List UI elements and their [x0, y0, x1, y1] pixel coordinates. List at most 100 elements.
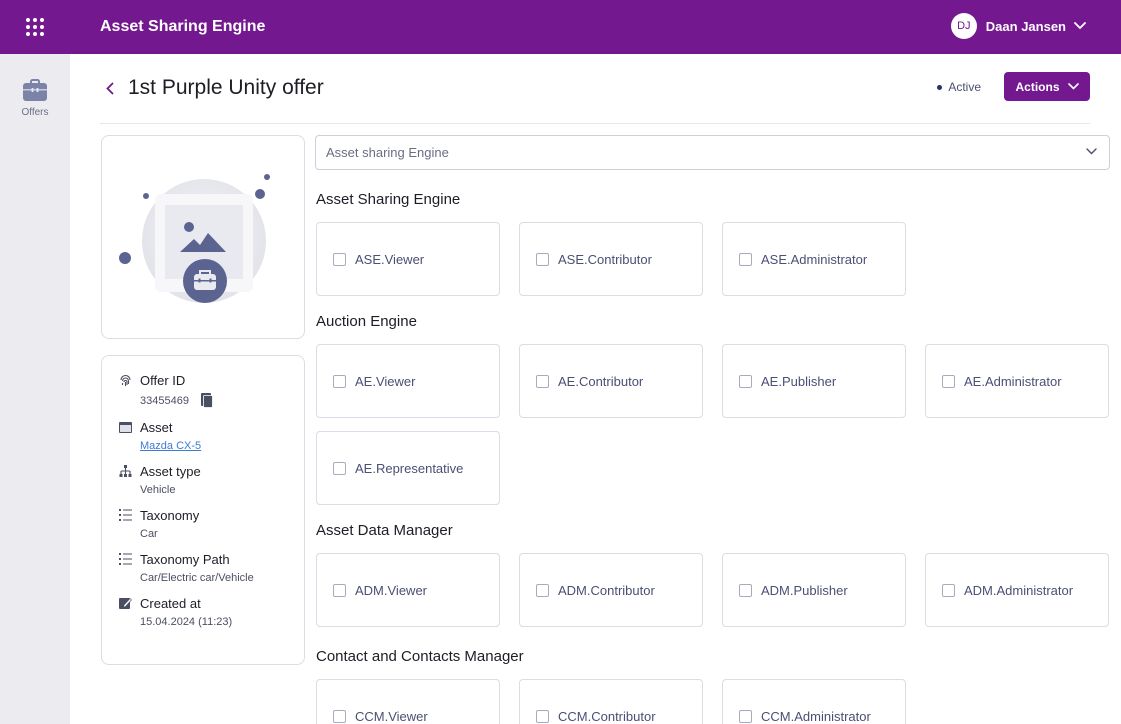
role-label: ADM.Administrator: [964, 582, 1074, 598]
checkbox[interactable]: [333, 374, 346, 388]
actions-button[interactable]: Actions: [1004, 72, 1090, 101]
role-checkbox-card[interactable]: CCM.Administrator: [722, 679, 906, 724]
role-label: ASE.Administrator: [761, 251, 868, 267]
checkbox[interactable]: [942, 374, 955, 388]
chevron-down-icon: [1074, 22, 1086, 30]
taxonomy-path-item: Taxonomy Path Car/Electric car/Vehicle: [118, 551, 304, 584]
asset-image-card: [101, 135, 305, 339]
side-nav: Offers: [0, 54, 70, 724]
briefcase-icon: [23, 79, 47, 101]
engine-select-value: Asset sharing Engine: [326, 145, 449, 160]
role-checkbox-card[interactable]: ASE.Administrator: [722, 222, 906, 296]
chevron-down-icon: [1086, 148, 1097, 155]
image-placeholder-illustration: [119, 174, 270, 303]
checkbox[interactable]: [739, 709, 752, 723]
checkbox[interactable]: [536, 374, 549, 388]
page-header: 1st Purple Unity offer Active Actions: [100, 70, 1090, 106]
role-checkbox-card[interactable]: AE.Administrator: [925, 344, 1109, 418]
role-label: ADM.Publisher: [761, 582, 848, 598]
offer-info-card: Offer ID 33455469 Asset Mazda CX-5 Asset…: [101, 355, 305, 665]
chevron-down-icon: [1067, 83, 1079, 90]
grid-icon: [26, 18, 44, 36]
role-label: ASE.Contributor: [558, 251, 652, 267]
list-icon: [118, 552, 132, 566]
taxonomy-value: Car: [140, 528, 158, 540]
role-label: CCM.Administrator: [761, 708, 871, 724]
asset-item: Asset Mazda CX-5: [118, 419, 304, 452]
role-label: CCM.Contributor: [558, 708, 656, 724]
status-label: Active: [948, 80, 981, 94]
role-checkbox-card[interactable]: ASE.Viewer: [316, 222, 500, 296]
engine-select[interactable]: Asset sharing Engine: [315, 135, 1110, 170]
checkbox[interactable]: [536, 252, 549, 266]
role-checkbox-card[interactable]: ADM.Viewer: [316, 553, 500, 627]
user-name: Daan Jansen: [985, 18, 1066, 34]
chevron-left-icon: [106, 82, 114, 94]
offer-id-label: Offer ID: [140, 372, 186, 388]
role-checkbox-card[interactable]: AE.Representative: [316, 431, 500, 505]
role-checkbox-card[interactable]: AE.Contributor: [519, 344, 703, 418]
taxonomy-path-value: Car/Electric car/Vehicle: [140, 572, 254, 584]
asset-type-label: Asset type: [140, 463, 201, 479]
role-checkbox-card[interactable]: AE.Publisher: [722, 344, 906, 418]
taxonomy-path-label: Taxonomy Path: [140, 551, 230, 567]
asset-icon: [118, 420, 132, 434]
sidebar-item-label: Offers: [21, 107, 49, 118]
checkbox[interactable]: [333, 252, 346, 266]
header-divider: [100, 123, 1090, 124]
checkbox[interactable]: [739, 583, 752, 597]
role-checkbox-card[interactable]: AE.Viewer: [316, 344, 500, 418]
back-button[interactable]: [100, 78, 120, 98]
main-content: 1st Purple Unity offer Active Actions Of…: [70, 54, 1121, 724]
actions-label: Actions: [1015, 79, 1060, 94]
role-checkbox-card[interactable]: CCM.Contributor: [519, 679, 703, 724]
checkbox[interactable]: [536, 583, 549, 597]
asset-link[interactable]: Mazda CX-5: [140, 440, 304, 452]
created-at-value: 15.04.2024 (11:23): [140, 616, 233, 628]
role-label: AE.Contributor: [558, 373, 644, 389]
role-label: AE.Publisher: [761, 373, 837, 389]
user-menu[interactable]: DJ Daan Jansen: [950, 13, 1086, 39]
created-at-label: Created at: [140, 595, 201, 611]
role-label: CCM.Viewer: [355, 708, 428, 724]
role-label: ADM.Viewer: [355, 582, 428, 598]
role-checkbox-card[interactable]: ADM.Administrator: [925, 553, 1109, 627]
app-title: Asset Sharing Engine: [100, 18, 266, 35]
role-label: ADM.Contributor: [558, 582, 655, 598]
role-label: ASE.Viewer: [355, 251, 425, 267]
role-checkbox-card[interactable]: CCM.Viewer: [316, 679, 500, 724]
taxonomy-label: Taxonomy: [140, 507, 200, 523]
offer-id-value: 33455469: [140, 394, 189, 407]
status-badge: Active: [937, 80, 981, 94]
checkbox[interactable]: [536, 709, 549, 723]
checkbox[interactable]: [333, 461, 346, 475]
top-bar: Asset Sharing Engine DJ Daan Jansen: [0, 0, 1121, 54]
status-dot-icon: [937, 84, 943, 90]
role-label: AE.Viewer: [355, 373, 416, 389]
section-title: Contact and Contacts Manager: [316, 648, 524, 665]
copy-icon[interactable]: [200, 393, 213, 408]
role-checkbox-card[interactable]: ADM.Publisher: [722, 553, 906, 627]
section-title: Asset Sharing Engine: [316, 191, 461, 208]
asset-type-item: Asset type Vehicle: [118, 463, 304, 496]
checkbox[interactable]: [739, 374, 752, 388]
app-launcher-button[interactable]: [0, 0, 70, 54]
list-icon: [118, 508, 132, 522]
sidebar-item-offers[interactable]: Offers: [0, 54, 70, 118]
fingerprint-icon: [118, 373, 132, 387]
role-checkbox-card[interactable]: ASE.Contributor: [519, 222, 703, 296]
section-title: Asset Data Manager: [316, 522, 453, 539]
role-label: AE.Administrator: [964, 373, 1062, 389]
role-checkbox-card[interactable]: ADM.Contributor: [519, 553, 703, 627]
checkbox[interactable]: [942, 583, 955, 597]
asset-label: Asset: [140, 419, 173, 435]
checkbox[interactable]: [333, 583, 346, 597]
edit-icon: [118, 596, 132, 610]
checkbox[interactable]: [333, 709, 346, 723]
checkbox[interactable]: [739, 252, 752, 266]
role-label: AE.Representative: [355, 460, 464, 476]
page-title: 1st Purple Unity offer: [128, 76, 324, 99]
hierarchy-icon: [118, 464, 132, 478]
asset-type-value: Vehicle: [140, 484, 176, 496]
offer-id-item: Offer ID 33455469: [118, 372, 304, 408]
